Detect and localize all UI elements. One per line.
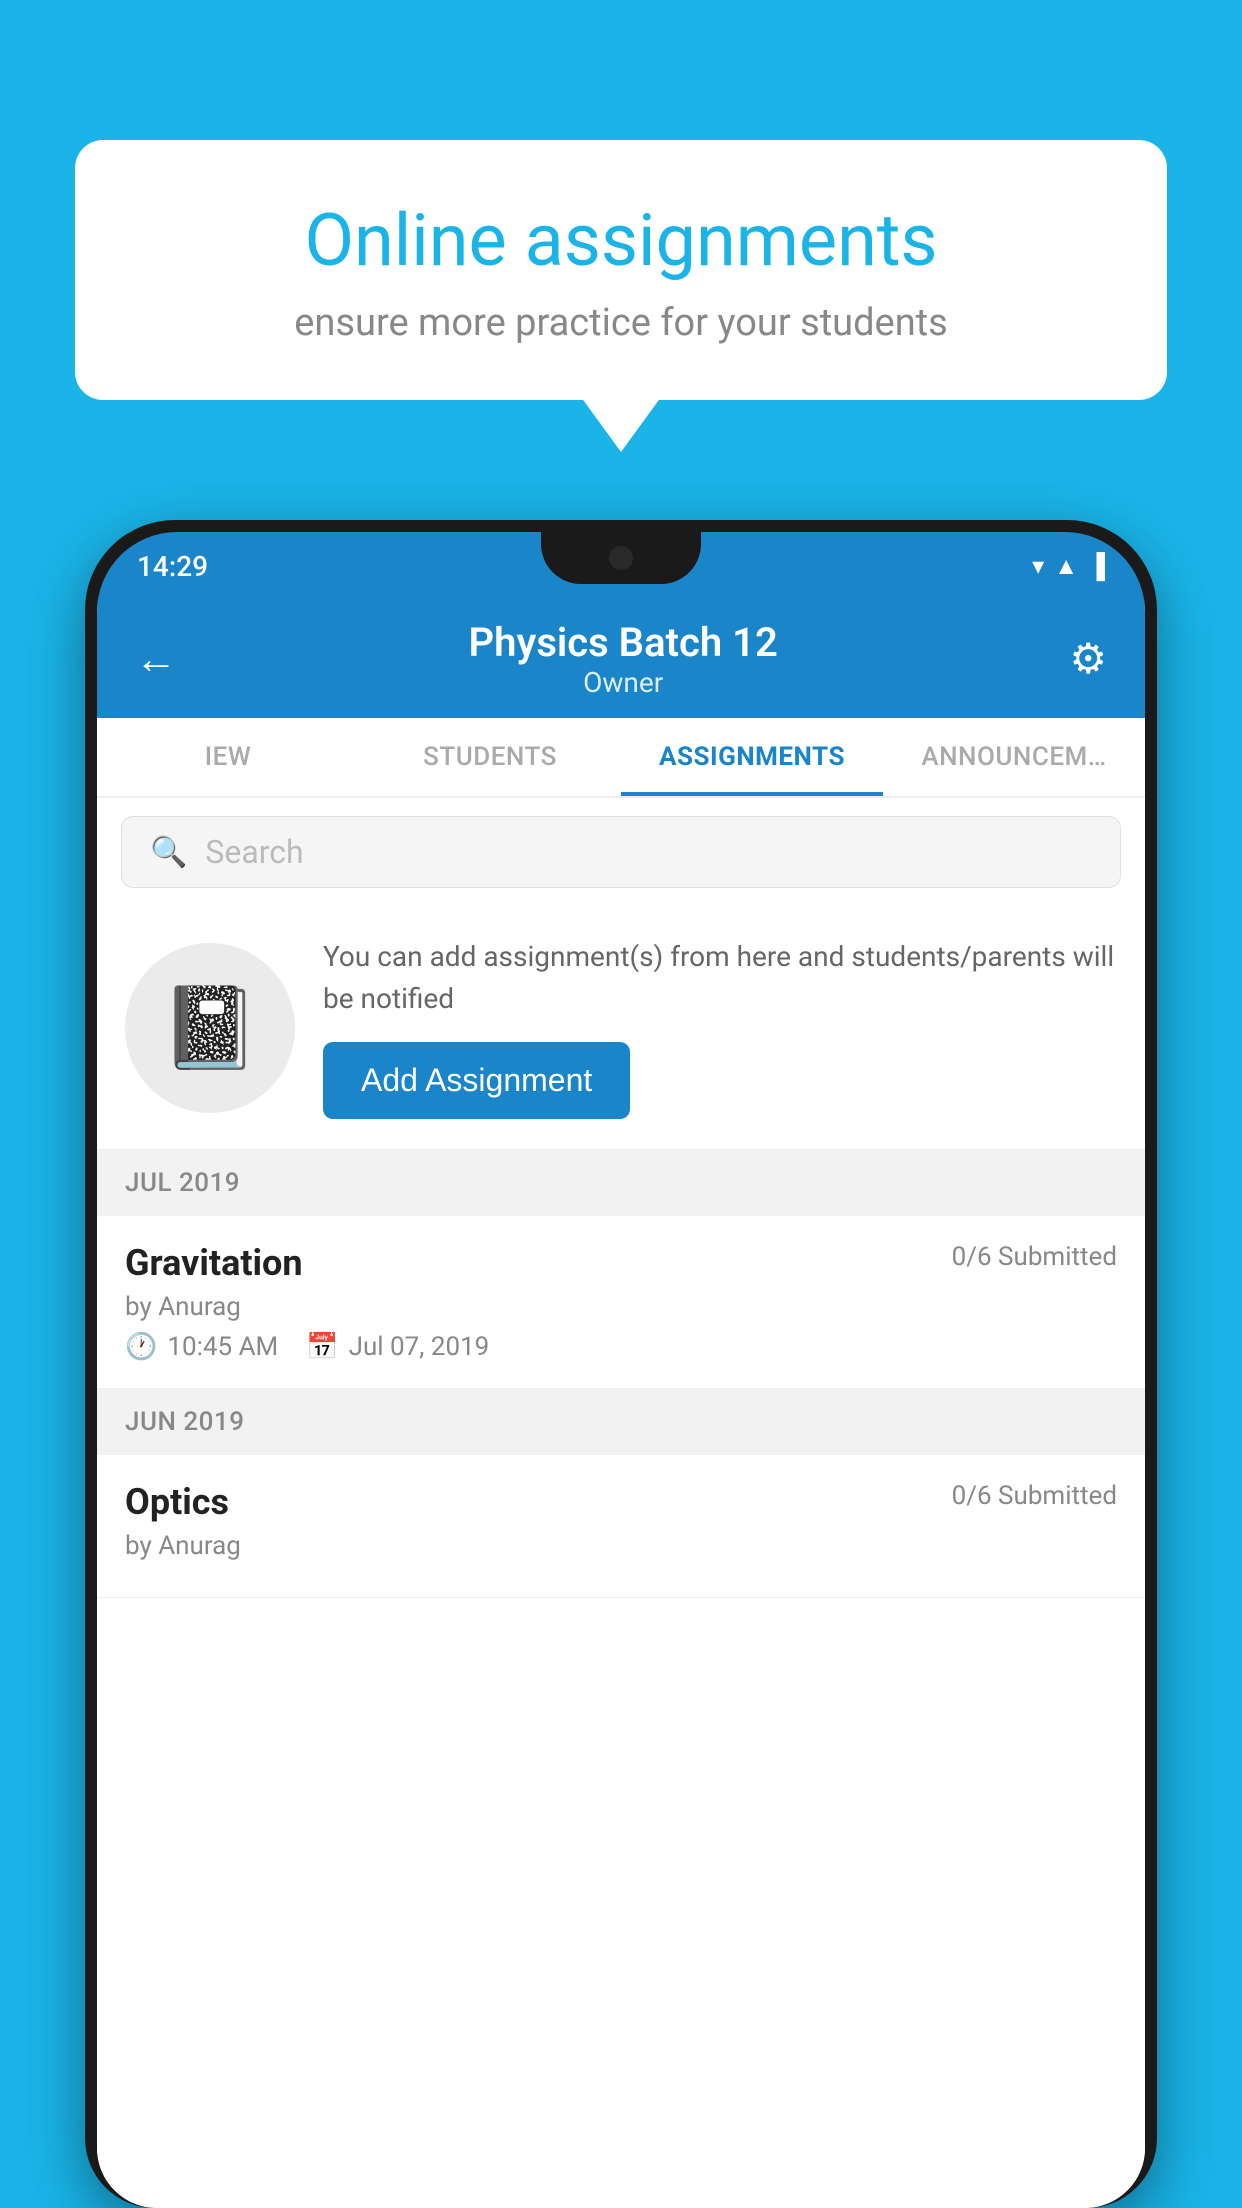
promo-section: 📓 You can add assignment(s) from here an… [97, 906, 1145, 1150]
section-header-jul: JUL 2019 [97, 1150, 1145, 1216]
section-header-jun: JUN 2019 [97, 1389, 1145, 1455]
promo-icon-circle: 📓 [125, 943, 295, 1113]
phone-inner: 14:29 ▾ ▲ ▐ ← Physics Batch 12 Owner ⚙ [97, 532, 1145, 2208]
assignment-title-gravitation: Gravitation [125, 1242, 303, 1284]
assignment-submitted-optics: 0/6 Submitted [952, 1481, 1117, 1511]
calendar-icon: 📅 [306, 1332, 338, 1362]
battery-icon: ▐ [1088, 552, 1105, 581]
front-camera [609, 546, 633, 570]
search-placeholder: Search [205, 833, 303, 871]
assignment-datetime-gravitation: 🕐 10:45 AM 📅 Jul 07, 2019 [125, 1332, 1117, 1362]
assignment-row1-optics: Optics 0/6 Submitted [125, 1481, 1117, 1523]
speech-bubble: Online assignments ensure more practice … [75, 140, 1167, 400]
search-icon: 🔍 [150, 835, 187, 870]
add-assignment-button[interactable]: Add Assignment [323, 1042, 630, 1119]
speech-bubble-subtitle: ensure more practice for your students [145, 301, 1097, 345]
content-area: 🔍 Search 📓 You can add assignment(s) fro… [97, 798, 1145, 2208]
speech-bubble-container: Online assignments ensure more practice … [75, 140, 1167, 400]
date-item: 📅 Jul 07, 2019 [306, 1332, 489, 1362]
tab-students[interactable]: STUDENTS [359, 718, 621, 796]
settings-icon[interactable]: ⚙ [1069, 634, 1107, 684]
assignment-item-gravitation[interactable]: Gravitation 0/6 Submitted by Anurag 🕐 10… [97, 1216, 1145, 1389]
notebook-icon: 📓 [160, 981, 260, 1075]
promo-text: You can add assignment(s) from here and … [323, 936, 1117, 1020]
clock-icon: 🕐 [125, 1332, 157, 1362]
assignment-by-optics: by Anurag [125, 1531, 1117, 1561]
assignment-submitted-gravitation: 0/6 Submitted [952, 1242, 1117, 1272]
signal-icon: ▲ [1054, 552, 1078, 581]
phone-frame: 14:29 ▾ ▲ ▐ ← Physics Batch 12 Owner ⚙ [85, 520, 1157, 2208]
promo-right: You can add assignment(s) from here and … [323, 936, 1117, 1119]
wifi-icon: ▾ [1032, 552, 1044, 580]
header-title: Physics Batch 12 [177, 619, 1069, 666]
app-header: ← Physics Batch 12 Owner ⚙ [97, 600, 1145, 718]
tab-announcements[interactable]: ANNOUNCEM… [883, 718, 1145, 796]
tab-overview[interactable]: IEW [97, 718, 359, 796]
phone-screen: ← Physics Batch 12 Owner ⚙ IEW STUDENTS … [97, 600, 1145, 2208]
status-time: 14:29 [137, 550, 208, 583]
assignment-time: 10:45 AM [167, 1332, 278, 1362]
speech-bubble-title: Online assignments [145, 200, 1097, 283]
assignment-item-optics[interactable]: Optics 0/6 Submitted by Anurag [97, 1455, 1145, 1598]
search-container: 🔍 Search [97, 798, 1145, 906]
assignment-date: Jul 07, 2019 [349, 1332, 490, 1362]
time-item: 🕐 10:45 AM [125, 1332, 278, 1362]
status-icons: ▾ ▲ ▐ [1032, 552, 1105, 581]
tab-bar: IEW STUDENTS ASSIGNMENTS ANNOUNCEM… [97, 718, 1145, 798]
tab-assignments[interactable]: ASSIGNMENTS [621, 718, 883, 796]
header-center: Physics Batch 12 Owner [177, 619, 1069, 699]
assignment-title-optics: Optics [125, 1481, 229, 1523]
phone-notch [541, 532, 701, 584]
assignment-by-gravitation: by Anurag [125, 1292, 1117, 1322]
search-bar[interactable]: 🔍 Search [121, 816, 1121, 888]
assignment-row1: Gravitation 0/6 Submitted [125, 1242, 1117, 1284]
header-subtitle: Owner [177, 666, 1069, 699]
back-button[interactable]: ← [135, 635, 177, 684]
